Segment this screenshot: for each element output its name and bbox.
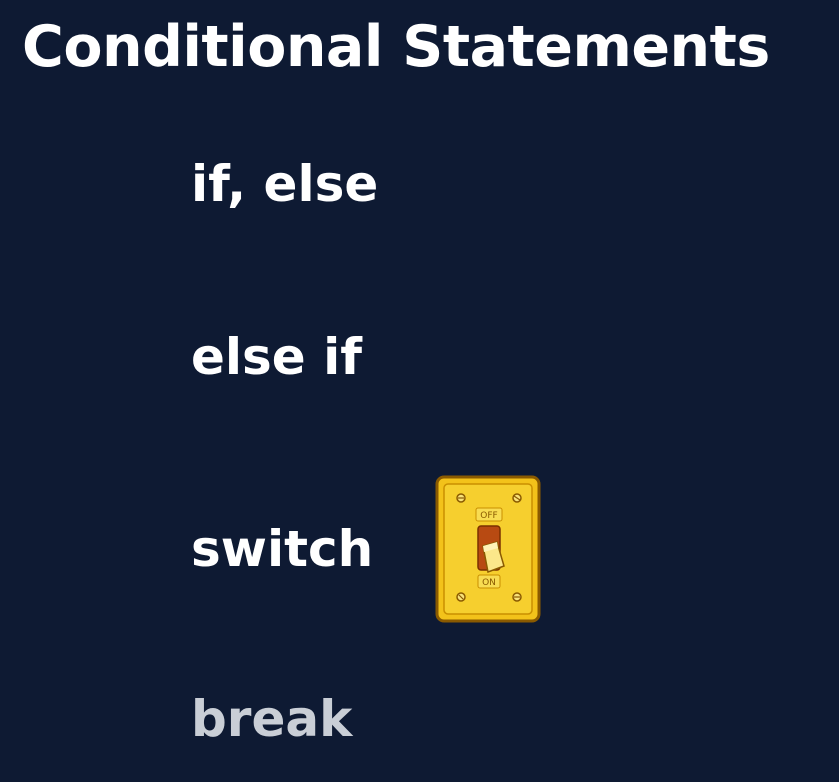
slide-title: Conditional Statements [22,14,770,80]
switch-off-label: OFF [480,511,497,521]
item-break: break [191,690,353,748]
item-else-if: else if [191,328,363,386]
switch-on-label: ON [482,578,496,588]
item-switch: switch [191,520,374,578]
light-switch-icon: OFF ON [435,475,541,623]
item-if-else: if, else [191,155,379,213]
